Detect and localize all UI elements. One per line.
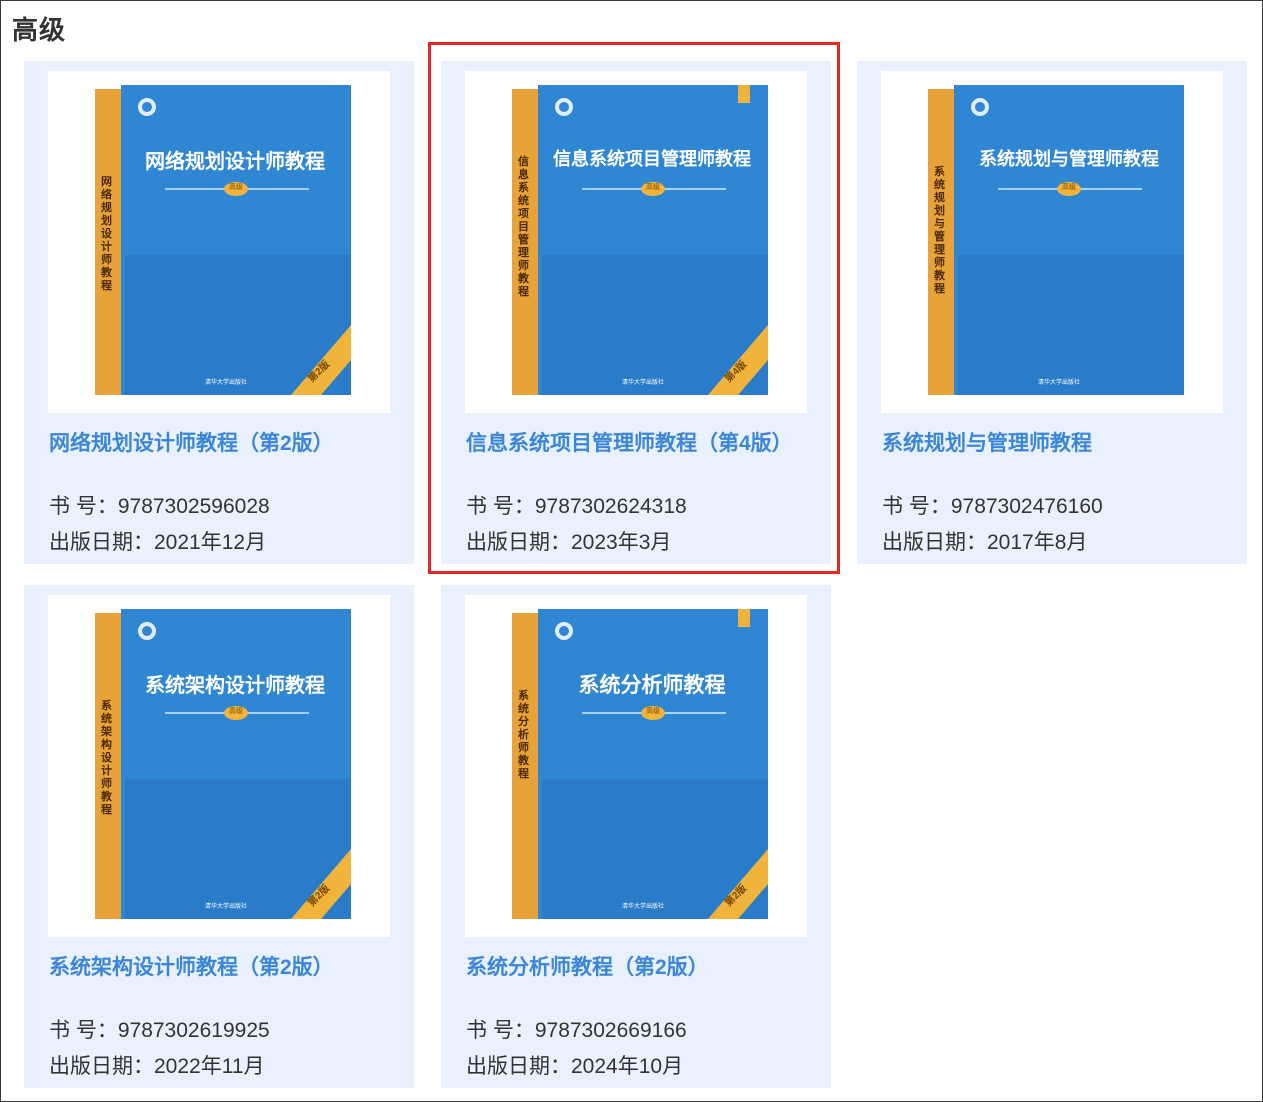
date-label: 出版日期： <box>466 531 571 554</box>
cover-publisher: 清华大学出版社 <box>1038 380 1081 386</box>
cover-title: 网络规划设计师教程 <box>145 149 325 173</box>
date-label: 出版日期： <box>49 1055 154 1078</box>
book-card[interactable]: 信息系统项目管理师教程 高级 信息系统项目管理师教程 第4版 清华大学出版社 信… <box>441 61 831 564</box>
cover-publisher: 清华大学出版社 <box>622 380 665 386</box>
book-card[interactable]: 系统分析师教程 高级 系统分析师教程 第2版 清华大学出版社 系统分析师教程（第… <box>441 585 831 1088</box>
date-value: 2023年3月 <box>571 531 672 554</box>
book-isbn: 书 号：9787302476160 <box>882 492 1103 522</box>
book-card[interactable]: 系统规划与管理师教程 高级 系统规划与管理师教程 清华大学出版社 系统规划与管理… <box>857 61 1247 564</box>
date-label: 出版日期： <box>49 531 154 554</box>
cover-badge: 高级 <box>229 184 243 191</box>
book-isbn: 书 号：9787302624318 <box>466 492 687 522</box>
book-title-link[interactable]: 系统架构设计师教程（第2版） <box>49 953 389 983</box>
cover-spine: 系统分析师教程 <box>518 689 529 780</box>
book-title-link[interactable]: 网络规划设计师教程（第2版） <box>49 429 389 459</box>
book-cover-image: 信息系统项目管理师教程 高级 信息系统项目管理师教程 第4版 清华大学出版社 <box>512 85 768 395</box>
book-cover[interactable]: 系统分析师教程 高级 系统分析师教程 第2版 清华大学出版社 <box>465 595 807 937</box>
date-value: 2024年10月 <box>571 1055 684 1078</box>
date-label: 出版日期： <box>882 531 987 554</box>
book-cover-image: 系统分析师教程 高级 系统分析师教程 第2版 清华大学出版社 <box>512 609 768 919</box>
date-value: 2022年11月 <box>154 1055 265 1078</box>
cover-spine: 信息系统项目管理师教程 <box>518 155 529 298</box>
section-title: 高级 <box>12 15 67 45</box>
book-cover[interactable]: 网络规划设计师教程 高级 网络规划设计师教程 第2版 清华大学出版社 <box>48 71 390 413</box>
cover-publisher: 清华大学出版社 <box>205 904 248 910</box>
isbn-label: 书 号： <box>49 1019 118 1042</box>
cover-title: 系统规划与管理师教程 <box>979 149 1159 170</box>
date-label: 出版日期： <box>466 1055 571 1078</box>
isbn-value: 9787302624318 <box>534 495 687 518</box>
book-publish-date: 出版日期：2024年10月 <box>466 1052 683 1082</box>
book-card[interactable]: 系统架构设计师教程 高级 系统架构设计师教程 第2版 清华大学出版社 系统架构设… <box>24 585 414 1088</box>
cover-badge: 高级 <box>646 708 660 715</box>
date-value: 2021年12月 <box>154 531 267 554</box>
cover-title: 信息系统项目管理师教程 <box>553 149 751 170</box>
isbn-value: 9787302669166 <box>534 1019 687 1042</box>
book-publish-date: 出版日期：2022年11月 <box>49 1052 265 1082</box>
book-card[interactable]: 网络规划设计师教程 高级 网络规划设计师教程 第2版 清华大学出版社 网络规划设… <box>24 61 414 564</box>
book-title-link[interactable]: 系统规划与管理师教程 <box>882 429 1222 459</box>
book-title-link[interactable]: 信息系统项目管理师教程（第4版） <box>466 429 806 459</box>
isbn-value: 9787302476160 <box>950 495 1103 518</box>
cover-badge: 高级 <box>1062 184 1076 191</box>
cover-badge: 高级 <box>229 708 243 715</box>
cover-spine: 网络规划设计师教程 <box>101 175 112 292</box>
cover-publisher: 清华大学出版社 <box>622 904 665 910</box>
cover-spine: 系统规划与管理师教程 <box>934 165 945 295</box>
book-cover-image: 网络规划设计师教程 高级 网络规划设计师教程 第2版 清华大学出版社 <box>95 85 351 395</box>
book-isbn: 书 号：9787302596028 <box>49 492 270 522</box>
cover-title: 系统分析师教程 <box>578 672 726 697</box>
cover-badge: 高级 <box>646 184 660 191</box>
book-cover-image: 系统规划与管理师教程 高级 系统规划与管理师教程 清华大学出版社 <box>928 85 1184 395</box>
book-cover[interactable]: 系统架构设计师教程 高级 系统架构设计师教程 第2版 清华大学出版社 <box>48 595 390 937</box>
isbn-value: 9787302619925 <box>117 1019 270 1042</box>
isbn-value: 9787302596028 <box>117 495 270 518</box>
book-cover-image: 系统架构设计师教程 高级 系统架构设计师教程 第2版 清华大学出版社 <box>95 609 351 919</box>
date-value: 2017年8月 <box>987 531 1088 554</box>
isbn-label: 书 号： <box>466 1019 535 1042</box>
book-cover[interactable]: 信息系统项目管理师教程 高级 信息系统项目管理师教程 第4版 清华大学出版社 <box>465 71 807 413</box>
isbn-label: 书 号： <box>466 495 535 518</box>
isbn-label: 书 号： <box>49 495 118 518</box>
book-isbn: 书 号：9787302619925 <box>49 1016 270 1046</box>
cover-publisher: 清华大学出版社 <box>205 380 248 386</box>
cover-spine: 系统架构设计师教程 <box>101 699 112 816</box>
cover-title: 系统架构设计师教程 <box>145 673 325 697</box>
book-publish-date: 出版日期：2017年8月 <box>882 528 1087 558</box>
book-isbn: 书 号：9787302669166 <box>466 1016 687 1046</box>
book-title-link[interactable]: 系统分析师教程（第2版） <box>466 953 806 983</box>
book-cover[interactable]: 系统规划与管理师教程 高级 系统规划与管理师教程 清华大学出版社 <box>881 71 1223 413</box>
book-publish-date: 出版日期：2023年3月 <box>466 528 671 558</box>
book-publish-date: 出版日期：2021年12月 <box>49 528 266 558</box>
isbn-label: 书 号： <box>882 495 951 518</box>
